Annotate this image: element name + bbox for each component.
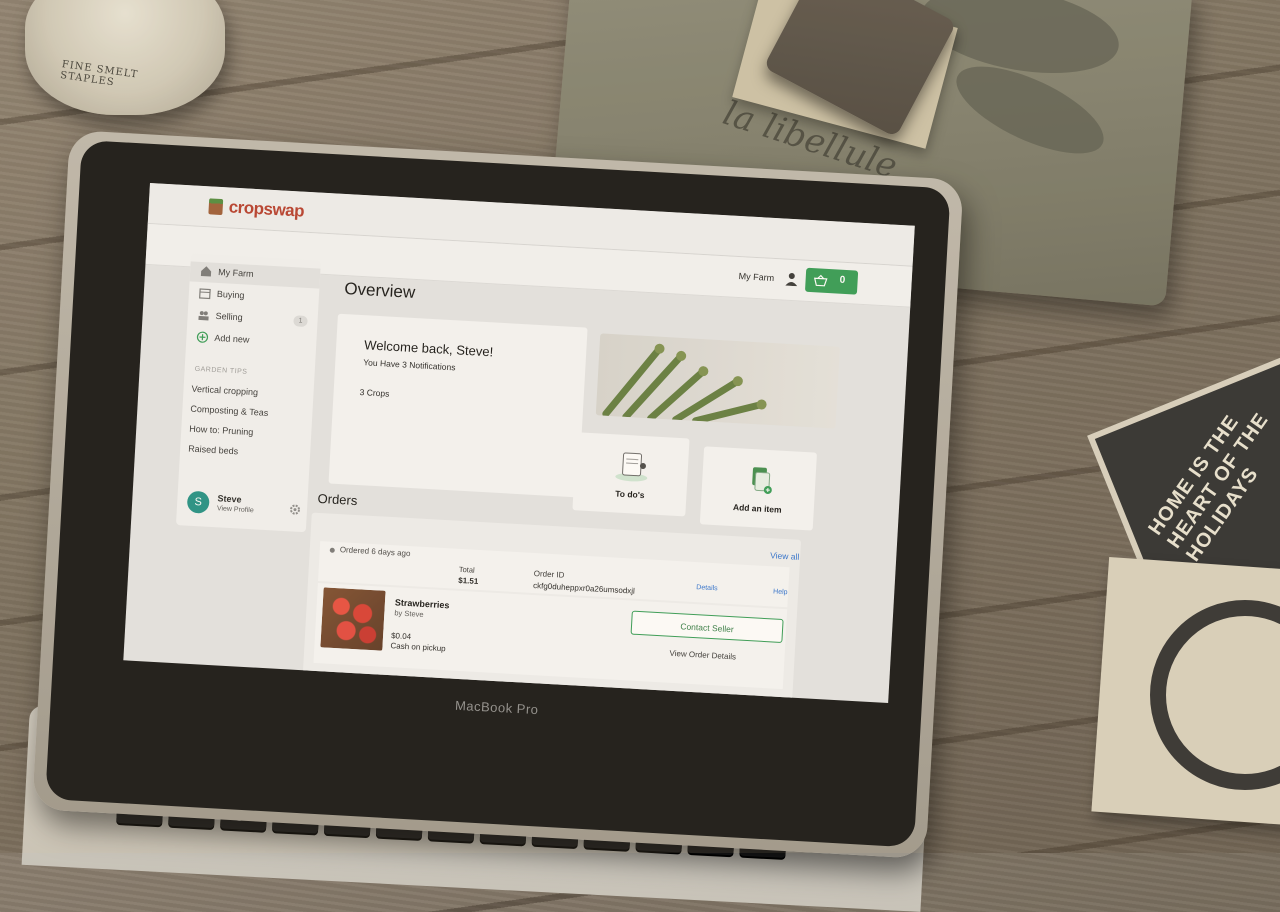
tile-label: To do's [614, 488, 645, 501]
orders-card: View all Ordered 6 days ago Total $1.51 … [302, 512, 802, 700]
details-link[interactable]: Details [696, 584, 718, 592]
product-price: $0.04 [390, 631, 412, 642]
notifications-count[interactable]: You Have 3 Notifications [363, 357, 456, 372]
sidebar-item-label: Selling [215, 310, 243, 323]
payment-method: Cash on pickup [390, 641, 446, 654]
garden-tips-heading: GARDEN TIPS [194, 365, 248, 376]
basket-icon [813, 274, 828, 287]
ordered-date: Ordered 6 days ago [339, 545, 411, 559]
tile-label: Add an item [732, 502, 782, 515]
strawberries-thumbnail[interactable] [320, 587, 386, 651]
view-order-details-link[interactable]: View Order Details [669, 649, 736, 662]
contact-seller-button[interactable]: Contact Seller [630, 610, 784, 644]
home-icon [200, 266, 212, 277]
asparagus-banner [595, 333, 840, 429]
view-profile-link[interactable]: View Profile [217, 505, 254, 514]
tin-jar [25, 0, 225, 115]
profile-name: Steve [217, 493, 242, 505]
tip-link[interactable]: Vertical cropping [191, 384, 258, 398]
sidebar-item-label: Buying [216, 288, 245, 301]
calendar-icon [199, 288, 211, 300]
cart-button[interactable]: 0 [804, 267, 859, 295]
sidebar-item-label: Add new [214, 332, 250, 345]
app-screen: cropswap My Farm 0 My Farm Buying Sellin… [123, 183, 915, 704]
orders-heading: Orders [317, 490, 358, 509]
crops-count: 3 Crops [359, 387, 390, 399]
welcome-title: Welcome back, Steve! [363, 337, 494, 360]
user-icon[interactable] [785, 272, 798, 287]
avatar[interactable]: S [186, 490, 210, 514]
my-farm-link[interactable]: My Farm [738, 271, 774, 283]
sidebar: My Farm Buying Selling 1 Add new GARDEN … [175, 253, 321, 533]
welcome-card: Welcome back, Steve! You Have 3 Notifica… [328, 313, 588, 498]
page-title: Overview [343, 279, 416, 302]
todos-tile[interactable]: To do's [572, 432, 690, 517]
order-id-label: Order ID [533, 569, 565, 580]
total-value: $1.51 [458, 575, 479, 586]
seller-name: by Steve [394, 608, 424, 619]
help-link[interactable]: Help [773, 588, 788, 596]
cart-count: 0 [839, 274, 846, 286]
add-document-icon [752, 467, 772, 494]
order-id-value: ckfg0duheppxr0a26umsodxjl [532, 581, 636, 596]
clipboard-person-icon [615, 452, 648, 482]
status-dot [329, 547, 335, 553]
total-label: Total [458, 564, 475, 575]
tip-link[interactable]: Raised beds [188, 444, 239, 457]
logo-icon [208, 198, 224, 216]
asparagus-image [602, 343, 767, 425]
add-item-tile[interactable]: Add an item [699, 446, 817, 531]
tip-link[interactable]: How to: Pruning [189, 424, 254, 438]
gear-icon[interactable] [289, 503, 302, 516]
selling-badge: 1 [293, 315, 308, 328]
people-icon [198, 311, 209, 321]
plus-circle-icon [196, 331, 209, 343]
sidebar-item-label: My Farm [217, 266, 254, 279]
view-all-link[interactable]: View all [770, 550, 800, 562]
tip-link[interactable]: Composting & Teas [190, 404, 268, 418]
brand-logo[interactable]: cropswap [228, 197, 304, 221]
